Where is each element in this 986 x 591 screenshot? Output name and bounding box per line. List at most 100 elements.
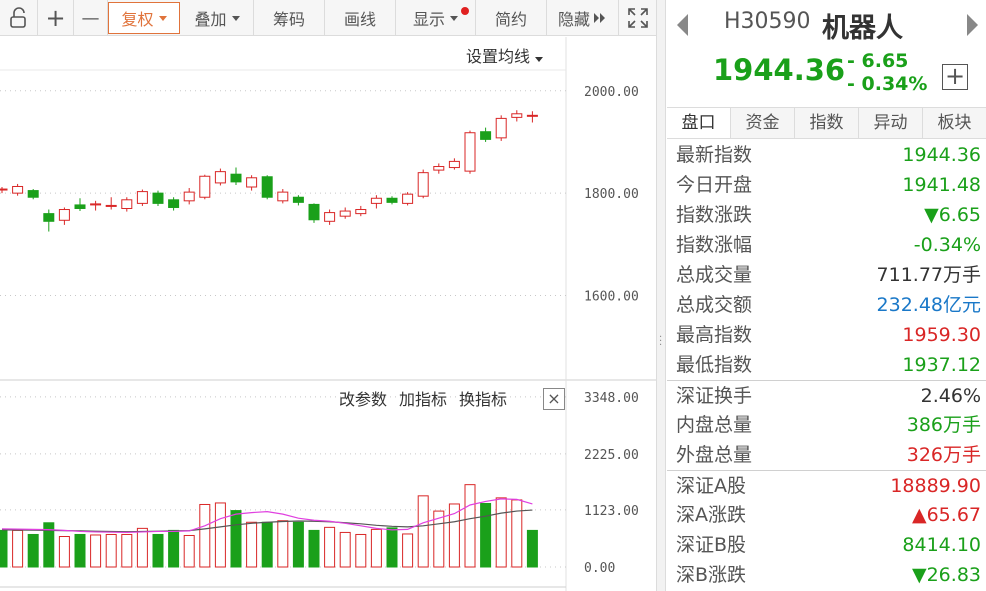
candle-body [277, 191, 289, 202]
volume-bar [308, 529, 320, 568]
quote-row-value: 232.48亿元 [876, 294, 981, 316]
quote-row: 今日开盘 1941.48 [667, 170, 986, 200]
volume-bar [105, 533, 117, 568]
next-stock-arrow-icon[interactable] [967, 14, 978, 36]
lock-button[interactable] [0, 0, 38, 36]
y-tick-label: 1800.00 [584, 187, 639, 202]
volume-bar [402, 533, 414, 568]
candle-body [105, 204, 117, 207]
quote-tabs: 盘口 资金 指数 异动 板块 [667, 107, 986, 139]
quote-row-label: 深证B股 [676, 534, 747, 556]
zoom-out-button[interactable]: — [74, 0, 108, 36]
quote-row: 指数涨幅 -0.34% [667, 230, 986, 260]
quote-row-label: 今日开盘 [676, 174, 753, 196]
candle-body [136, 191, 148, 204]
tab-zijin[interactable]: 资金 [731, 108, 795, 138]
price-change-block: - 6.65 - 0.34% [847, 50, 927, 96]
candle-body [433, 166, 445, 171]
double-chevron-right-icon [594, 13, 605, 23]
quote-row-value: ▼6.65 [924, 204, 981, 226]
candle-body [121, 199, 133, 209]
candle-body [464, 132, 476, 172]
fuquan-dropdown[interactable]: 复权 [108, 2, 180, 34]
quote-row-value: 18889.90 [890, 475, 981, 497]
quote-row-value: 1937.12 [902, 354, 981, 376]
candle-body [246, 177, 258, 188]
yincang-button[interactable]: 隐藏 [547, 0, 619, 36]
volume-bar [261, 521, 273, 568]
candle-body [292, 196, 304, 203]
y-tick-label: 2000.00 [584, 85, 639, 100]
candle-body [417, 172, 429, 197]
indicator-buttons: 改参数 加指标 换指标 [339, 386, 519, 410]
tab-yidong[interactable]: 异动 [859, 108, 923, 138]
chevron-down-icon [158, 15, 167, 21]
set-ma-label: 设置均线 [466, 47, 531, 66]
huaxian-button[interactable]: 画线 [325, 0, 396, 36]
volume-bar [214, 502, 226, 568]
volume-bar [168, 529, 180, 568]
quote-row-label: 深证A股 [676, 475, 746, 497]
volume-bar [526, 529, 538, 568]
candle-body [58, 209, 70, 221]
quote-row-label: 最新指数 [676, 144, 753, 166]
jianyue-button[interactable]: 简约 [476, 0, 547, 36]
candle-body [199, 175, 211, 198]
quote-row: 总成交量 711.77万手 [667, 260, 986, 290]
tab-bankuai[interactable]: 板块 [923, 108, 986, 138]
prev-stock-arrow-icon[interactable] [677, 14, 688, 36]
edit-params-button[interactable]: 改参数 [339, 390, 387, 409]
quote-row-label: 深B涨跌 [676, 564, 747, 586]
chevron-down-icon [450, 15, 458, 21]
chart-toolbar: + — 复权 叠加 筹码 画线 显示 简约 隐藏 [0, 0, 656, 36]
volume-y-tick-label: 1123.00 [584, 504, 639, 519]
tab-pankou[interactable]: 盘口 [667, 108, 731, 138]
candle-body [230, 173, 242, 183]
candle-body [43, 213, 55, 222]
quote-row-value: 711.77万手 [876, 264, 981, 286]
add-indicator-button[interactable]: 加指标 [399, 390, 447, 409]
chevron-down-icon [231, 15, 240, 21]
candle-body [339, 210, 351, 217]
candle-body [370, 197, 382, 204]
quote-row: 内盘总量 386万手 [667, 410, 986, 440]
candlestick-chart[interactable]: 2000.00 1800.00 1600.00 3348.00 2225.00 1123.… [0, 37, 656, 591]
quote-row-label: 最高指数 [676, 324, 753, 346]
xianshi-dropdown[interactable]: 显示 [396, 0, 476, 36]
set-ma-dropdown[interactable]: 设置均线 [466, 43, 544, 67]
quote-row-value: 2.46% [920, 385, 981, 407]
switch-indicator-button[interactable]: 换指标 [459, 390, 507, 409]
candle-body [511, 113, 523, 118]
quote-row: 深A涨跌 ▲65.67 [667, 500, 986, 530]
add-watchlist-button[interactable]: + [942, 64, 968, 90]
volume-y-tick-label: 0.00 [584, 561, 615, 576]
chouma-button[interactable]: 筹码 [254, 0, 325, 36]
y-tick-label: 1600.00 [584, 290, 639, 305]
quote-row-value: 1941.48 [902, 174, 981, 196]
candle-body [526, 114, 538, 117]
quote-rows: 最新指数 1944.36 今日开盘 1941.48 指数涨跌 ▼6.65 指数涨幅 -0.34… [667, 140, 986, 590]
index-name: 机器人 [822, 13, 903, 44]
fullscreen-button[interactable] [619, 0, 656, 36]
candle-body [74, 204, 86, 209]
xianshi-label: 显示 [412, 10, 445, 29]
volume-bar [152, 533, 164, 568]
zoom-in-button[interactable]: + [38, 0, 74, 36]
candle-body [0, 188, 8, 191]
yincang-label: 隐藏 [557, 10, 590, 29]
quote-row-value: ▼26.83 [911, 564, 981, 586]
volume-bar [339, 531, 351, 568]
diejia-dropdown[interactable]: 叠加 [181, 0, 254, 36]
quote-row: 深证B股 8414.10 [667, 530, 986, 560]
quote-row: 深证A股 18889.90 [667, 470, 986, 500]
volume-bar [12, 529, 24, 568]
quote-row: 最低指数 1937.12 [667, 350, 986, 380]
tab-zhishu[interactable]: 指数 [795, 108, 859, 138]
volume-bar [58, 536, 70, 568]
volume-bar [183, 534, 195, 568]
quote-row-label: 指数涨跌 [676, 204, 753, 226]
close-indicator-button[interactable]: × [543, 388, 565, 410]
volume-bar [355, 533, 367, 568]
panel-splitter[interactable]: · · · [656, 0, 666, 591]
volume-bar [495, 497, 507, 568]
